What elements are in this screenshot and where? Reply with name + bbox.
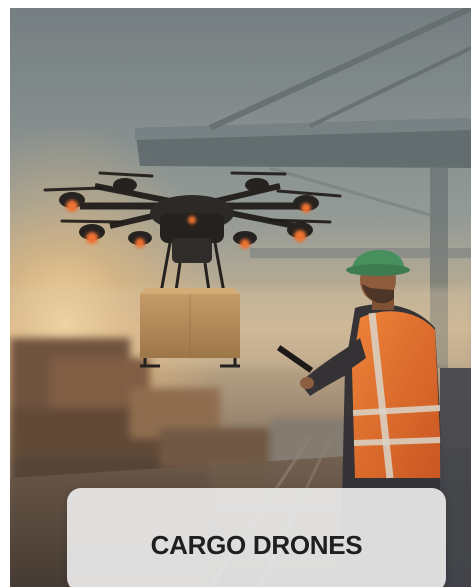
image-card[interactable]: CARGO DRONES	[10, 8, 471, 587]
card-title: CARGO DRONES	[150, 529, 363, 560]
caption-box: CARGO DRONES	[67, 488, 446, 587]
